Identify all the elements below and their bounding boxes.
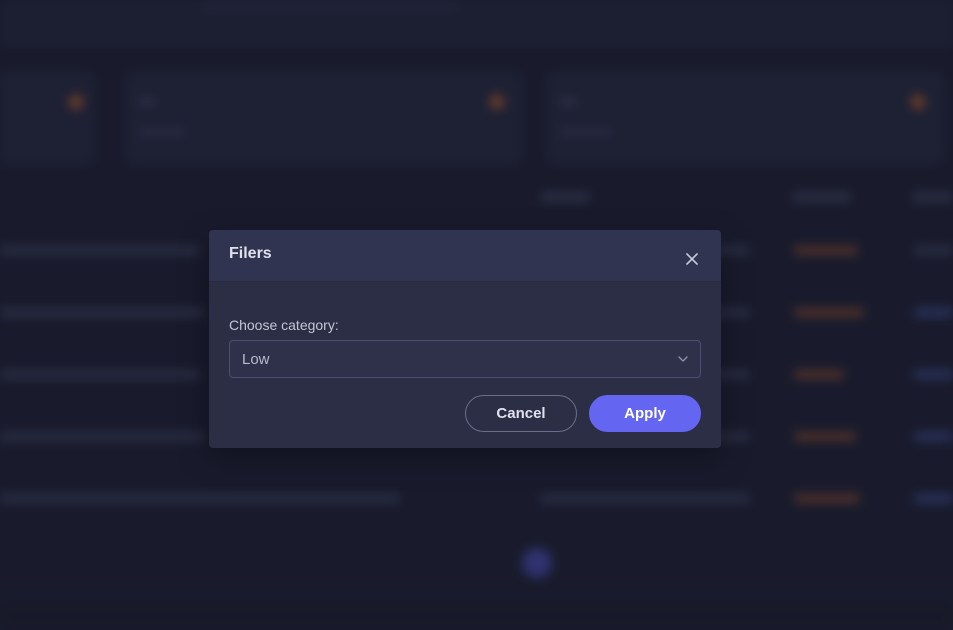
cancel-button[interactable]: Cancel [465,395,577,432]
category-select-value: Low [242,351,270,368]
apply-button[interactable]: Apply [589,395,701,432]
close-icon [686,253,698,265]
category-select[interactable]: Low [229,340,701,378]
modal-title: Filers [229,245,272,262]
chevron-down-icon [678,356,688,362]
close-button[interactable] [679,246,705,272]
category-label: Choose category: [229,317,339,333]
modal-header: Filers [209,230,721,282]
filters-modal: Filers Choose category: Low Cancel Apply [209,230,721,448]
